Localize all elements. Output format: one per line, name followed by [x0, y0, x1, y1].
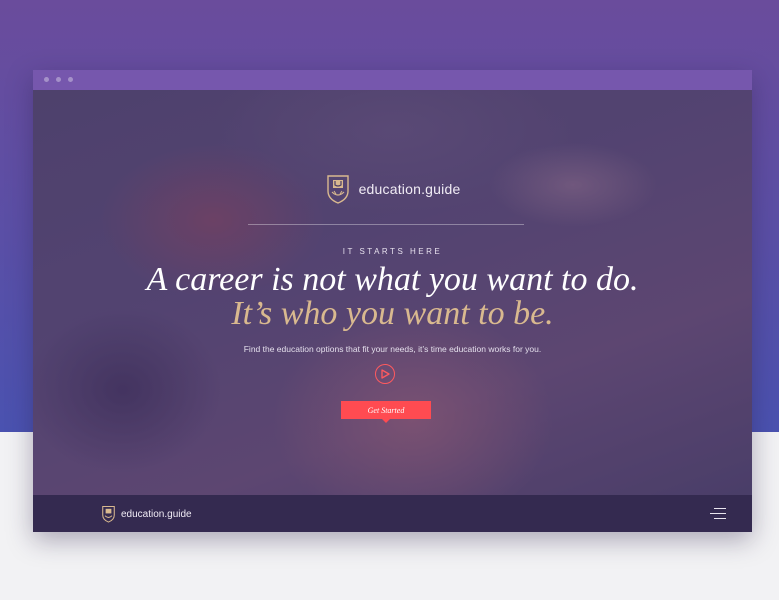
hero-headline: A career is not what you want to do. — [146, 261, 639, 298]
shield-logo-icon — [326, 175, 349, 204]
hero-logo[interactable]: education.guide — [33, 174, 752, 204]
play-icon — [381, 369, 390, 379]
hero-lede: Find the education options that fit your… — [243, 344, 542, 354]
get-started-button[interactable]: Get Started — [341, 401, 431, 419]
hero-section: education.guide IT STARTS HERE A career … — [33, 90, 752, 495]
window-dot-minimize[interactable] — [56, 77, 61, 82]
browser-window: education.guide IT STARTS HERE A career … — [33, 70, 752, 532]
footer-logo[interactable]: education.guide — [101, 505, 192, 523]
footer-bar: education.guide — [33, 495, 752, 532]
window-dot-close[interactable] — [44, 77, 49, 82]
cta-caret-icon — [382, 419, 390, 423]
window-titlebar — [33, 70, 752, 90]
footer-brand-name: education.guide — [121, 508, 192, 520]
brand-name: education.guide — [358, 181, 461, 197]
hero-divider — [248, 224, 524, 225]
hero-kicker: IT STARTS HERE — [342, 247, 443, 256]
play-video-button[interactable] — [375, 364, 395, 384]
shield-logo-icon — [102, 505, 115, 523]
hamburger-menu-icon[interactable] — [710, 508, 726, 520]
window-dot-maximize[interactable] — [68, 77, 73, 82]
hero-subheadline: It’s who you want to be. — [231, 295, 554, 332]
